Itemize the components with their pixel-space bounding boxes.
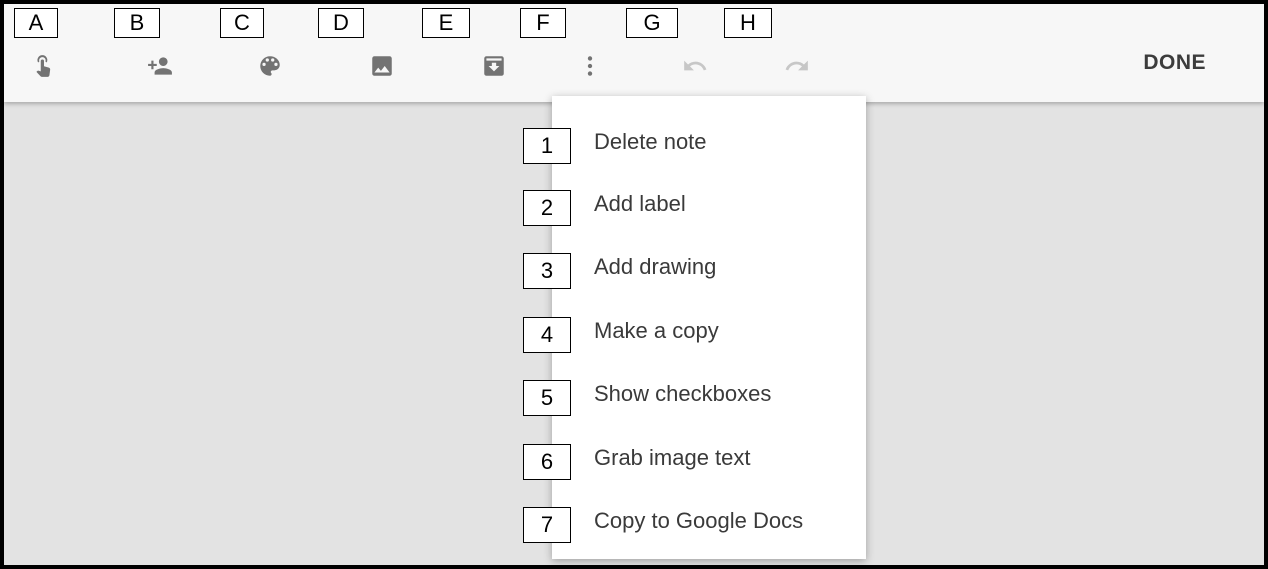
redo-button[interactable] xyxy=(781,50,813,82)
undo-icon xyxy=(684,60,707,71)
menu-item-label: Add label xyxy=(594,191,686,216)
menu-item-label: Make a copy xyxy=(594,318,719,343)
remind-me-button[interactable] xyxy=(28,50,60,82)
annotation-label-g: G xyxy=(626,8,678,38)
menu-item-make-a-copy[interactable]: 4 Make a copy xyxy=(523,309,866,359)
image-icon xyxy=(372,56,392,76)
menu-item-add-label[interactable]: 2 Add label xyxy=(523,182,866,232)
annotation-label-c: C xyxy=(220,8,264,38)
add-collaborator-button[interactable] xyxy=(144,50,176,82)
menu-item-delete-note[interactable]: 1 Delete note xyxy=(523,120,866,170)
menu-item-label: Delete note xyxy=(594,129,707,154)
annotation-label-a: A xyxy=(14,8,58,38)
archive-button[interactable] xyxy=(478,50,510,82)
annotation-number: 2 xyxy=(523,190,571,226)
menu-item-grab-image-text[interactable]: 6 Grab image text xyxy=(523,436,866,486)
annotation-label-d: D xyxy=(318,8,364,38)
annotation-number: 3 xyxy=(523,253,571,289)
done-button[interactable]: DONE xyxy=(1143,51,1206,75)
add-image-button[interactable] xyxy=(366,50,398,82)
change-color-button[interactable] xyxy=(254,50,286,82)
annotation-label-e: E xyxy=(422,8,470,38)
undo-button[interactable] xyxy=(679,50,711,82)
annotation-number: 5 xyxy=(523,380,571,416)
annotation-label-f: F xyxy=(520,8,566,38)
more-vert-icon xyxy=(587,56,593,76)
redo-icon xyxy=(785,60,808,71)
reminder-icon xyxy=(36,55,51,77)
annotation-number: 1 xyxy=(523,128,571,164)
menu-item-add-drawing[interactable]: 3 Add drawing xyxy=(523,245,866,295)
archive-icon xyxy=(484,56,504,76)
annotation-number: 7 xyxy=(523,507,571,543)
menu-item-label: Copy to Google Docs xyxy=(594,508,804,533)
more-options-button[interactable] xyxy=(574,50,606,82)
menu-item-copy-to-google-docs[interactable]: 7 Copy to Google Docs xyxy=(523,499,866,549)
menu-item-label: Grab image text xyxy=(594,445,751,470)
annotation-number: 4 xyxy=(523,317,571,353)
add-collaborator-icon xyxy=(148,57,172,75)
app-frame: DONE A B C D E F G H 1 Delete note 2 Add… xyxy=(0,0,1268,569)
menu-item-show-checkboxes[interactable]: 5 Show checkboxes xyxy=(523,372,866,422)
more-options-menu: 1 Delete note 2 Add label 3 Add drawing … xyxy=(523,96,866,559)
annotation-label-h: H xyxy=(724,8,772,38)
menu-item-label: Add drawing xyxy=(594,254,717,279)
palette-icon xyxy=(260,56,280,76)
annotation-label-b: B xyxy=(114,8,160,38)
annotation-number: 6 xyxy=(523,444,571,480)
menu-item-label: Show checkboxes xyxy=(594,381,772,406)
